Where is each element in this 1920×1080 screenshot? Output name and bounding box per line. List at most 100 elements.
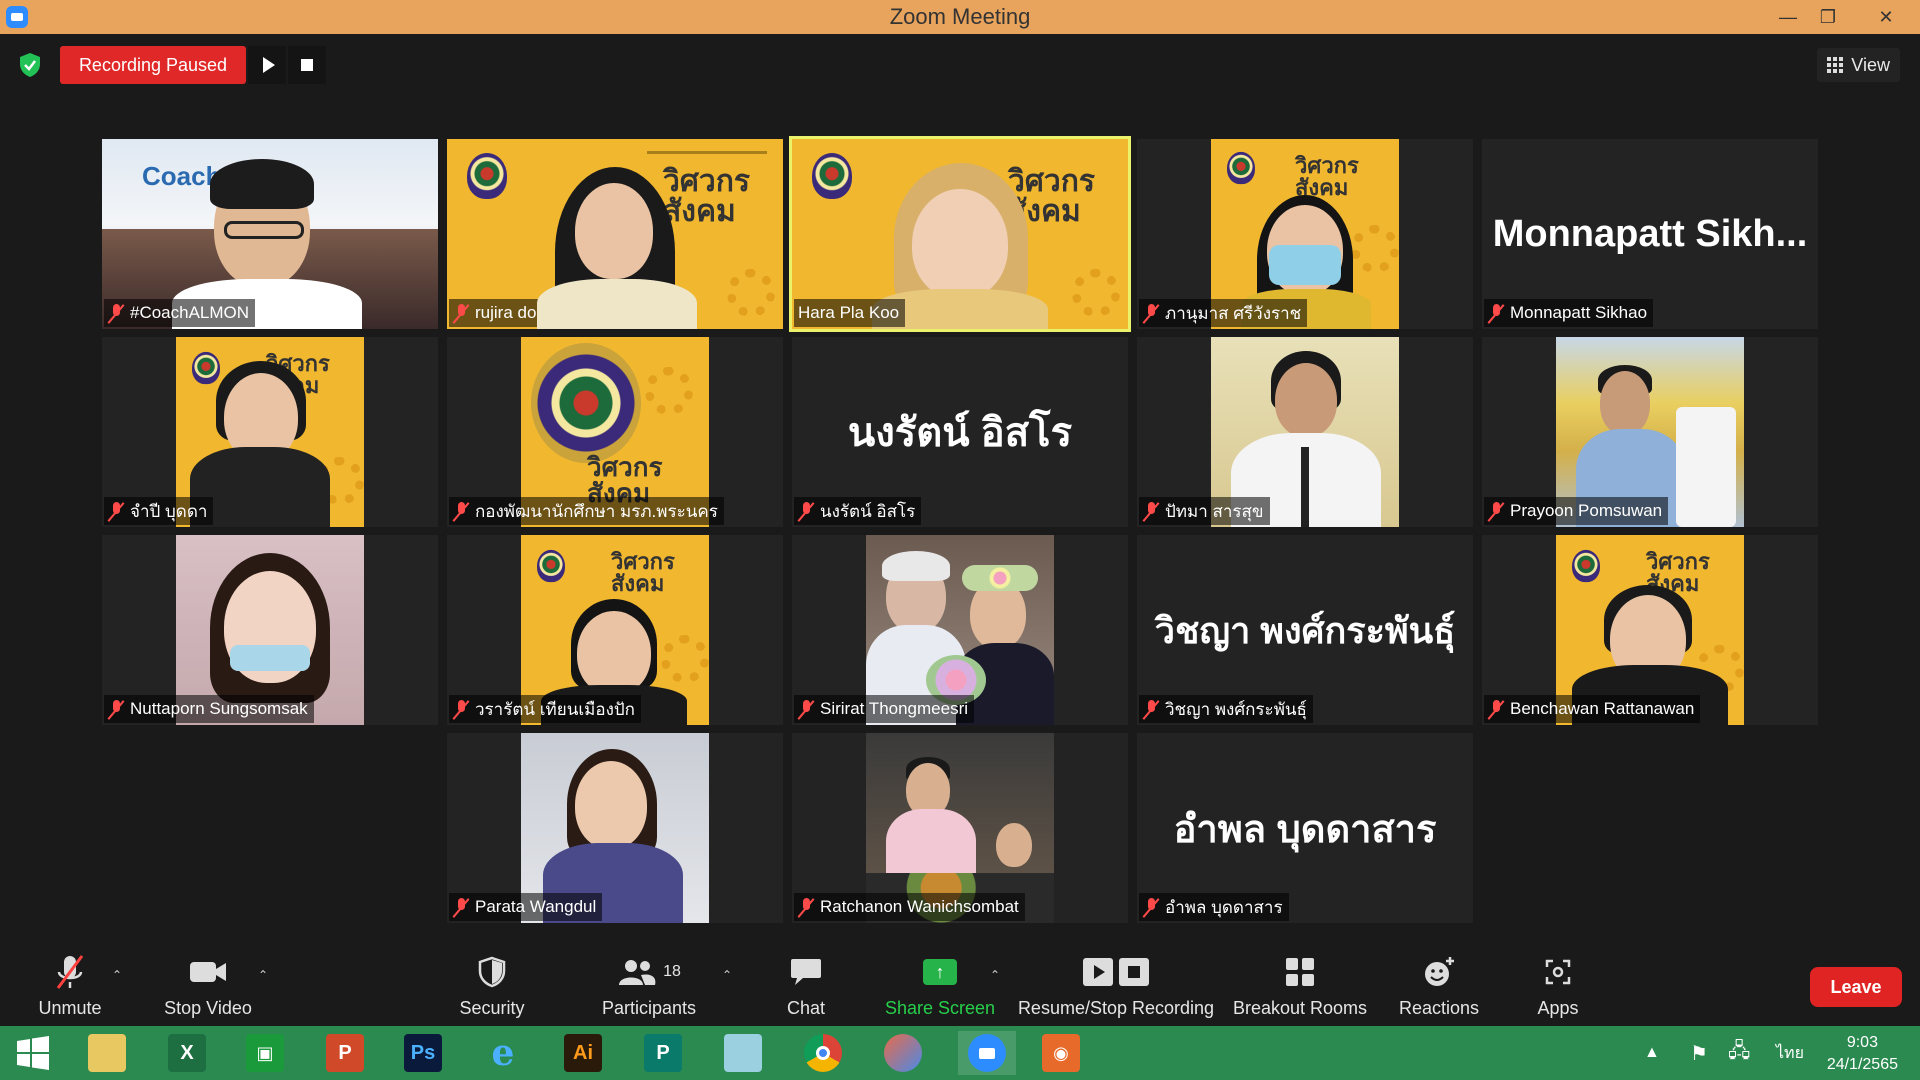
participants-icon <box>619 960 656 985</box>
participant-tile[interactable]: Parata Wangdul <box>447 733 783 923</box>
muted-mic-icon <box>453 897 469 917</box>
participant-tile[interactable]: Monnapatt Sikh... Monnapatt Sikhao <box>1482 139 1818 329</box>
muted-mic-icon <box>1143 501 1159 521</box>
restore-button[interactable]: ❐ <box>1800 0 1856 34</box>
reactions-button[interactable]: Reactions <box>1393 950 1485 1026</box>
chat-bubble-icon <box>791 959 821 985</box>
participant-tile[interactable]: วิชญา พงศ์กระพันธุ์ วิชญา พงศ์กระพันธุ์ <box>1137 535 1473 725</box>
stop-icon <box>301 59 313 71</box>
meeting-controls-toolbar: Unmute ⌃ Stop Video ⌃ Security 18 Partic… <box>0 950 1920 1026</box>
participant-tile[interactable]: Nuttaporn Sungsomsak <box>102 535 438 725</box>
system-clock[interactable]: 9:03 24/1/2565 <box>1827 1032 1898 1076</box>
camera-app-icon[interactable]: ◉ <box>1038 1031 1084 1075</box>
participant-tile[interactable]: วิศวกร สังคม วรารัตน์ เทียนเมืองปัก <box>447 535 783 725</box>
muted-mic-icon <box>108 501 124 521</box>
stop-video-button[interactable]: Stop Video <box>160 950 256 1026</box>
clock-date: 24/1/2565 <box>1826 1056 1898 1073</box>
powerpoint-icon[interactable]: P <box>322 1031 368 1075</box>
apps-button[interactable]: Apps <box>1534 950 1582 1026</box>
participant-name-label: วิชญา พงศ์กระพันธุ์ <box>1139 695 1313 723</box>
participant-tile[interactable]: Sirirat Thongmeesri <box>792 535 1128 725</box>
encryption-shield-icon[interactable] <box>18 52 42 78</box>
audio-options-chevron-icon[interactable]: ⌃ <box>112 968 122 982</box>
windows-taskbar: X ▣ P Ps e Ai P ◉ ▲ ⚑ 🖧 ไทย 9:03 24/1/25… <box>0 1026 1920 1080</box>
photoshop-icon[interactable]: Ps <box>400 1031 446 1075</box>
muted-mic-icon <box>798 897 814 917</box>
participants-count: 18 <box>663 963 681 980</box>
file-explorer-icon[interactable] <box>84 1031 130 1075</box>
input-language[interactable]: ไทย <box>1776 1026 1804 1080</box>
participant-name-label: Prayoon Pomsuwan <box>1484 497 1669 525</box>
internet-explorer-icon[interactable]: e <box>480 1031 526 1075</box>
participant-name-label: Nuttaporn Sungsomsak <box>104 695 314 723</box>
store-icon[interactable]: ▣ <box>242 1031 288 1075</box>
action-center-flag-icon[interactable]: ⚑ <box>1690 1026 1708 1080</box>
participant-name-label: #CoachALMON <box>104 299 256 327</box>
tray-overflow-chevron-icon[interactable]: ▲ <box>1644 1026 1660 1080</box>
leave-button[interactable]: Leave <box>1810 967 1902 1007</box>
participant-name-label: Benchawan Rattanawan <box>1484 695 1701 723</box>
resume-stop-recording-button[interactable]: Resume/Stop Recording <box>1016 950 1216 1026</box>
excel-icon[interactable]: X <box>164 1031 210 1075</box>
grid-view-icon <box>1827 57 1844 73</box>
paint-icon[interactable] <box>880 1031 926 1075</box>
participant-tile[interactable]: ปัทมา สารสุข <box>1137 337 1473 527</box>
participant-tile[interactable]: อำพล บุดดาสาร อำพล บุดดาสาร <box>1137 733 1473 923</box>
zoom-taskbar-icon[interactable] <box>958 1031 1016 1075</box>
notes-icon[interactable] <box>720 1031 766 1075</box>
stop-recording-button[interactable] <box>288 46 326 84</box>
muted-mic-icon <box>1488 699 1504 719</box>
muted-mic-icon <box>453 501 469 521</box>
participant-tile[interactable]: นงรัตน์ อิสโร นงรัตน์ อิสโร <box>792 337 1128 527</box>
participant-tile[interactable]: วิศวกร สังคม Benchawan Rattanawan <box>1482 535 1818 725</box>
zoom-window: Zoom Meeting — ❐ ✕ Recording Paused View… <box>0 0 1920 1080</box>
participant-tile[interactable]: วิศวกร สังคม กองพัฒนานักศึกษา มรภ.พระนคร <box>447 337 783 527</box>
participant-name-label: Ratchanon Wanichsombat <box>794 893 1025 921</box>
participant-tile[interactable]: Coach #CoachALMON <box>102 139 438 329</box>
share-screen-arrow-icon: ↑ <box>923 959 957 985</box>
reactions-smiley-icon <box>1425 957 1454 986</box>
muted-mic-icon <box>108 303 124 323</box>
clock-time: 9:03 <box>1846 1034 1878 1051</box>
participants-options-chevron-icon[interactable]: ⌃ <box>722 968 732 982</box>
meeting-top-bar: Recording Paused View <box>0 34 1920 94</box>
participants-button[interactable]: 18 Participants <box>598 950 700 1026</box>
security-button[interactable]: Security <box>452 950 532 1026</box>
muted-mic-icon <box>1488 501 1504 521</box>
breakout-rooms-button[interactable]: Breakout Rooms <box>1232 950 1368 1026</box>
participant-tile-active-speaker[interactable]: วิศวกร สังคม Hara Pla Koo <box>789 136 1131 332</box>
university-seal <box>531 343 641 463</box>
participant-tile[interactable]: Ratchanon Wanichsombat <box>792 733 1128 923</box>
play-icon <box>262 57 275 73</box>
network-icon[interactable]: 🖧 <box>1728 1026 1750 1080</box>
participant-name-label: กองพัฒนานักศึกษา มรภ.พระนคร <box>449 497 724 525</box>
video-options-chevron-icon[interactable]: ⌃ <box>258 968 268 982</box>
muted-mic-icon <box>1143 303 1159 323</box>
muted-mic-icon <box>453 699 469 719</box>
muted-mic-icon <box>1143 699 1159 719</box>
share-options-chevron-icon[interactable]: ⌃ <box>990 968 1000 982</box>
windows-start-icon[interactable] <box>10 1031 56 1075</box>
title-bar: Zoom Meeting — ❐ ✕ <box>0 0 1920 34</box>
security-shield-icon <box>478 956 506 988</box>
publisher-icon[interactable]: P <box>640 1031 686 1075</box>
illustrator-icon[interactable]: Ai <box>560 1031 606 1075</box>
participant-tile[interactable]: วิศวกร สังคม ภานุมาส ศรีวังราช <box>1137 139 1473 329</box>
breakout-rooms-icon <box>1286 958 1314 986</box>
participant-name-label: ภานุมาส ศรีวังราช <box>1139 299 1308 327</box>
chrome-icon[interactable] <box>800 1031 846 1075</box>
participant-tile[interactable]: วิศวกร สังคม rujira donudom <box>447 139 783 329</box>
unmute-button[interactable]: Unmute <box>28 950 112 1026</box>
close-button[interactable]: ✕ <box>1852 0 1920 34</box>
share-screen-button[interactable]: ↑ Share Screen <box>884 950 996 1026</box>
participant-tile[interactable]: Prayoon Pomsuwan <box>1482 337 1818 527</box>
video-camera-icon <box>190 962 226 982</box>
participant-tile[interactable]: วิศวกรสังคม จำปี บุดดา <box>102 337 438 527</box>
resume-recording-button[interactable] <box>248 46 286 84</box>
participant-name-label: นงรัตน์ อิสโร <box>794 497 922 525</box>
view-label: View <box>1851 54 1890 75</box>
participant-name-label: ปัทมา สารสุข <box>1139 497 1270 525</box>
view-button[interactable]: View <box>1817 48 1900 82</box>
chat-button[interactable]: Chat <box>780 950 832 1026</box>
resume-recording-icon <box>1083 958 1113 986</box>
